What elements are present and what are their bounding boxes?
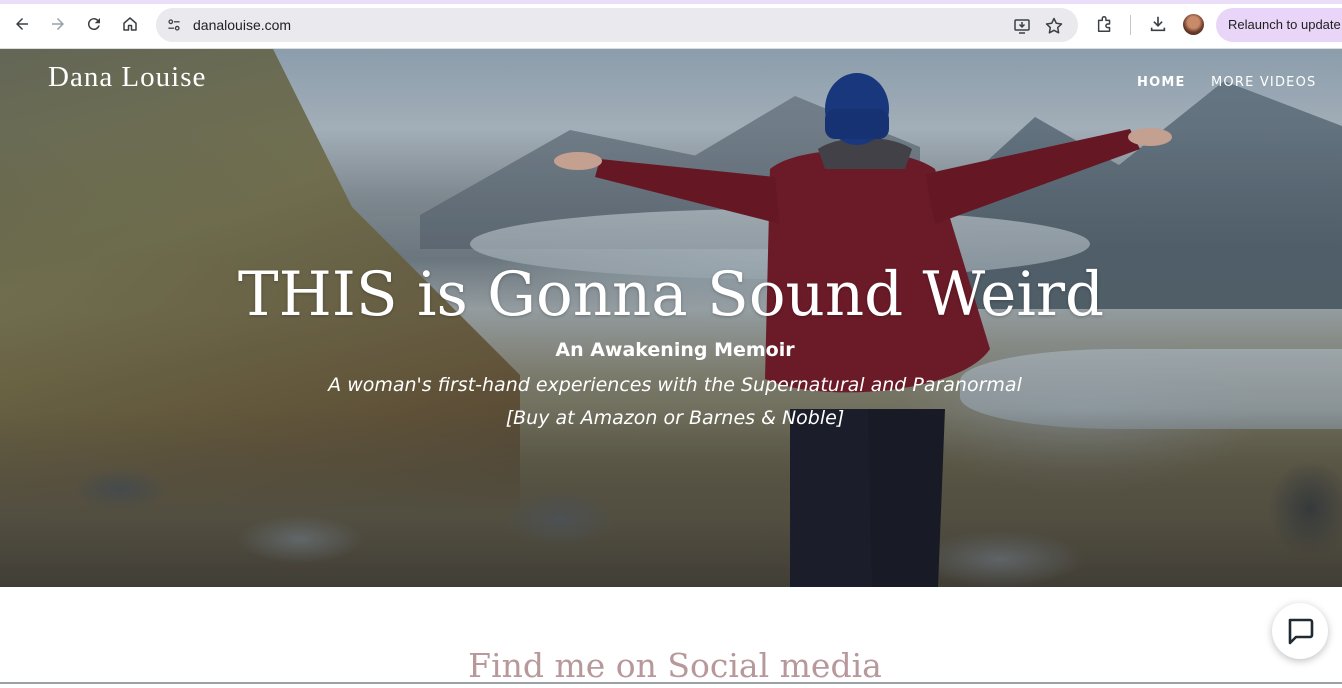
site-title-link[interactable]: Dana Louise [48,61,206,94]
chat-widget-button[interactable] [1272,603,1328,659]
bookmark-star-icon[interactable] [1044,16,1064,36]
hero-subtitle: An Awakening Memoir [555,339,795,361]
extensions-icon[interactable] [1094,13,1116,35]
home-icon[interactable] [118,12,142,36]
tab-strip-edge [0,0,1342,4]
downloads-icon[interactable] [1147,13,1169,35]
nav-more-videos-link[interactable]: MORE VIDEOS [1211,75,1316,90]
browser-toolbar: danalouise.com Relaunch to update [0,0,1342,49]
profile-avatar[interactable] [1183,14,1204,35]
reload-icon[interactable] [82,12,106,36]
url-text[interactable]: danalouise.com [193,17,291,33]
install-app-icon[interactable] [1012,16,1032,36]
chat-bubble-icon [1288,618,1314,645]
site-info-icon[interactable] [164,15,184,35]
buy-links-text[interactable]: [Buy at Amazon or Barnes & Noble] [0,407,1342,429]
toolbar-separator [1130,15,1131,35]
back-icon[interactable] [10,12,34,36]
hero-headline: THIS is Gonna Sound Weird [237,259,1105,330]
address-bar[interactable]: danalouise.com [156,8,1078,42]
relaunch-to-update-button[interactable]: Relaunch to update [1216,8,1342,42]
forward-icon[interactable] [46,12,70,36]
hero-tagline: A woman's first-hand experiences with th… [328,374,1022,396]
nav-home-link[interactable]: HOME [1137,75,1186,90]
hero-banner: Dana Louise HOME MORE VIDEOS THIS is Gon… [0,49,1342,587]
